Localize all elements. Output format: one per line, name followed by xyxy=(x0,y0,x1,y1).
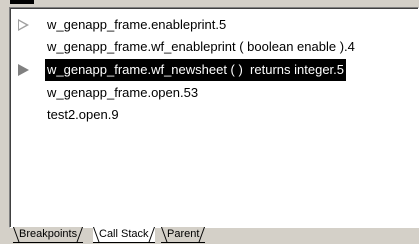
call-stack-list[interactable]: w_genapp_frame.enableprint.5 w_genapp_fr… xyxy=(9,7,419,228)
call-stack-row-label: w_genapp_frame.enableprint.5 xyxy=(47,17,227,32)
call-stack-row-label: w_genapp_frame.open.53 xyxy=(47,85,199,100)
call-stack-row-selected[interactable]: w_genapp_frame.wf_newsheet ( ) returns i… xyxy=(10,59,410,81)
call-stack-row-label: w_genapp_frame.wf_newsheet ( ) returns i… xyxy=(45,59,347,81)
call-stack-row[interactable]: w_genapp_frame.open.53 xyxy=(10,82,410,104)
tab-breakpoints[interactable]: Breakpoints xyxy=(13,227,84,243)
panel-tab-strip: Breakpoints Parent Call Stack xyxy=(9,227,417,244)
hollow-arrow-icon xyxy=(18,19,29,31)
call-stack-row-label: w_genapp_frame.wf_enableprint ( boolean … xyxy=(47,39,355,54)
call-stack-row[interactable]: test2.open.9 xyxy=(10,104,410,126)
call-stack-row[interactable]: w_genapp_frame.enableprint.5 xyxy=(10,14,410,36)
tab-call-stack[interactable]: Call Stack xyxy=(93,227,155,243)
call-stack-row-label: test2.open.9 xyxy=(47,107,119,122)
tab-parent[interactable]: Parent xyxy=(161,227,206,243)
current-frame-arrow-icon xyxy=(18,64,29,76)
call-stack-panel: w_genapp_frame.enableprint.5 w_genapp_fr… xyxy=(2,0,419,244)
panel-grip[interactable] xyxy=(10,0,34,4)
call-stack-row[interactable]: w_genapp_frame.wf_enableprint ( boolean … xyxy=(10,36,410,58)
